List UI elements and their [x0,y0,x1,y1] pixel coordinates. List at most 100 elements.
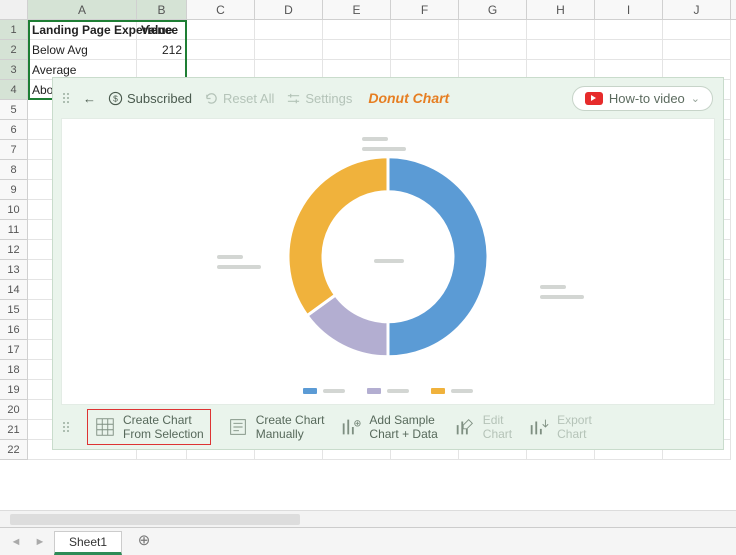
select-all-corner[interactable] [0,0,28,19]
howto-label: How-to video [609,91,685,106]
sliders-icon [286,91,301,106]
row-header[interactable]: 20 [0,400,28,420]
legend-item [303,388,345,394]
sheet-tab-bar: ◄ ► Sheet1 ⊕ [0,527,736,555]
col-header-h[interactable]: H [527,0,595,19]
row-header[interactable]: 5 [0,100,28,120]
cell[interactable] [255,20,323,40]
cell[interactable] [323,20,391,40]
cell[interactable] [595,20,663,40]
reset-all-button[interactable]: Reset All [204,91,274,106]
cell[interactable] [527,40,595,60]
cell[interactable]: 212 [137,40,187,60]
scrollbar-thumb[interactable] [10,514,300,525]
chart-preview-area [61,118,715,405]
grid-select-icon [94,416,116,438]
col-header-d[interactable]: D [255,0,323,19]
tab-nav-next[interactable]: ► [30,532,50,552]
cell[interactable] [391,20,459,40]
create-chart-from-selection-button[interactable]: Create Chart From Selection [87,409,211,446]
export-chart-button[interactable]: Export Chart [528,413,592,442]
col-header-e[interactable]: E [323,0,391,19]
cell[interactable]: Value [137,20,187,40]
col-header-b[interactable]: B [137,0,187,19]
drag-handle-icon[interactable] [63,89,71,107]
row-header[interactable]: 2 [0,40,28,60]
row-header[interactable]: 17 [0,340,28,360]
row-header[interactable]: 13 [0,260,28,280]
button-label: Export Chart [557,413,592,442]
cell[interactable] [459,40,527,60]
legend-item [431,388,473,394]
cell[interactable]: Below Avg [28,40,137,60]
legend-label-placeholder [387,389,409,393]
row-header[interactable]: 22 [0,440,28,460]
settings-button[interactable]: Settings [286,91,352,106]
row-header[interactable]: 1 [0,20,28,40]
edit-chart-icon [454,416,476,438]
row-header[interactable]: 19 [0,380,28,400]
row-header[interactable]: 9 [0,180,28,200]
row-header[interactable]: 16 [0,320,28,340]
row-header[interactable]: 8 [0,160,28,180]
row-header[interactable]: 21 [0,420,28,440]
create-chart-manually-button[interactable]: Create Chart Manually [227,413,325,442]
dollar-icon: $ [108,91,123,106]
row-header[interactable]: 18 [0,360,28,380]
row-header[interactable]: 15 [0,300,28,320]
cell[interactable] [323,40,391,60]
add-sample-chart-button[interactable]: Add Sample Chart + Data [340,413,437,442]
legend-swatch [431,388,445,394]
row-header[interactable]: 4 [0,80,28,100]
howto-video-button[interactable]: How-to video ⌄ [572,86,713,111]
cell[interactable] [459,20,527,40]
row-header[interactable]: 12 [0,240,28,260]
label-placeholder [540,285,566,289]
button-label: Create Chart From Selection [123,413,204,442]
legend-label-placeholder [451,389,473,393]
cell[interactable] [187,40,255,60]
form-icon [227,416,249,438]
row-header[interactable]: 10 [0,200,28,220]
cell[interactable] [595,40,663,60]
row-header[interactable]: 14 [0,280,28,300]
button-label: Add Sample Chart + Data [369,413,437,442]
horizontal-scrollbar[interactable] [0,510,736,527]
label-placeholder [217,255,243,259]
cell[interactable] [527,20,595,40]
cell[interactable] [663,20,731,40]
cell[interactable] [663,40,731,60]
row-header[interactable]: 7 [0,140,28,160]
col-header-i[interactable]: I [595,0,663,19]
tab-nav-prev[interactable]: ◄ [6,532,26,552]
chart-addin-panel: ← $ Subscribed Reset All Settings Donut … [52,77,724,450]
chevron-down-icon: ⌄ [691,92,700,105]
cell[interactable] [391,40,459,60]
row-header[interactable]: 6 [0,120,28,140]
row-header[interactable]: 11 [0,220,28,240]
cell[interactable] [187,20,255,40]
youtube-icon [585,92,603,105]
donut-slice [388,156,488,356]
subscribed-label: Subscribed [127,91,192,106]
col-header-g[interactable]: G [459,0,527,19]
label-placeholder [362,147,406,151]
edit-chart-button[interactable]: Edit Chart [454,413,512,442]
sheet-tab-active[interactable]: Sheet1 [54,531,122,555]
add-sheet-button[interactable]: ⊕ [132,530,156,554]
label-placeholder [374,259,404,263]
col-header-c[interactable]: C [187,0,255,19]
drag-handle-icon[interactable] [63,418,71,436]
col-header-j[interactable]: J [663,0,731,19]
label-placeholder [540,295,584,299]
legend-label-placeholder [323,389,345,393]
col-header-f[interactable]: F [391,0,459,19]
col-header-a[interactable]: A [28,0,137,19]
cell[interactable] [255,40,323,60]
panel-title: Donut Chart [368,90,449,106]
row-header[interactable]: 3 [0,60,28,80]
subscribed-button[interactable]: $ Subscribed [108,91,192,106]
chart-legend [303,388,473,394]
back-button[interactable]: ← [83,91,96,106]
cell[interactable]: Landing Page Experience [28,20,137,40]
